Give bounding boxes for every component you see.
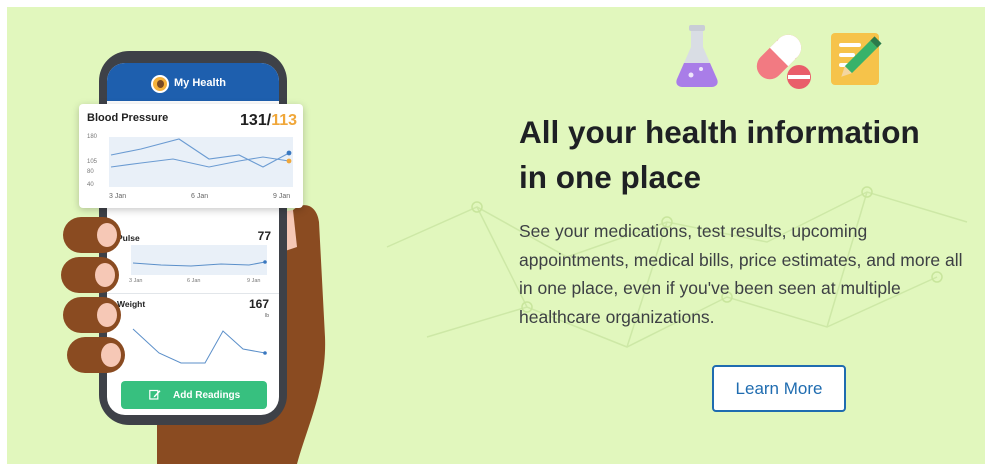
bp-xtick-1: 3 Jan xyxy=(109,193,127,200)
description-text: See your medications, test results, upco… xyxy=(519,221,963,327)
bp-systolic: 131 xyxy=(240,112,267,129)
bp-xtick-2: 6 Jan xyxy=(191,193,209,200)
hero-banner: My Health Pulse 77 3 Jan 6 Jan 9 Jan Wei… xyxy=(7,7,985,464)
add-readings-label: Add Readings xyxy=(173,390,241,401)
app-title: My Health xyxy=(174,77,226,89)
bp-ytick-2: 105 xyxy=(87,159,98,165)
pulse-value: 77 xyxy=(257,229,271,243)
finger-3 xyxy=(63,297,121,333)
bp-diastolic: 113 xyxy=(271,112,297,129)
finger-1 xyxy=(63,217,121,253)
weight-value: 167 xyxy=(248,297,269,311)
card-divider xyxy=(107,293,279,294)
edit-icon xyxy=(149,389,161,400)
note-pencil-icon xyxy=(831,33,882,85)
headline: All your health information in one place xyxy=(519,110,979,200)
add-readings-button[interactable]: Add Readings xyxy=(121,381,267,409)
bp-chart xyxy=(109,137,293,187)
bp-title: Blood Pressure xyxy=(87,112,169,124)
fingernail xyxy=(95,263,115,287)
bp-ytick-3: 80 xyxy=(87,169,94,175)
bp-ytick-1: 180 xyxy=(87,134,98,140)
fingernail xyxy=(101,343,121,367)
pulse-xtick-3: 9 Jan xyxy=(247,278,261,284)
headline-line-1: All your health information xyxy=(519,114,920,150)
pulse-xtick-2: 6 Jan xyxy=(187,278,201,284)
finger-4 xyxy=(67,337,125,373)
bp-xtick-3: 9 Jan xyxy=(273,193,291,200)
pill-icon xyxy=(756,34,811,89)
finger-2 xyxy=(61,257,119,293)
pulse-chart xyxy=(131,245,267,275)
weight-chart xyxy=(131,319,267,369)
fingernail xyxy=(97,303,117,327)
blood-pressure-card: Blood Pressure 131/113 180 105 80 40 3 J… xyxy=(79,104,303,208)
weight-title: Weight xyxy=(117,299,146,309)
avatar xyxy=(151,75,169,93)
health-icons-group xyxy=(676,25,882,89)
fingernail xyxy=(97,223,117,247)
headline-line-2: in one place xyxy=(519,159,702,195)
bp-ytick-4: 40 xyxy=(87,182,94,188)
flask-icon xyxy=(676,25,718,87)
pulse-xtick-1: 3 Jan xyxy=(129,278,143,284)
learn-more-button[interactable]: Learn More xyxy=(712,365,846,412)
app-header: My Health xyxy=(107,63,279,101)
bp-value: 131/113 xyxy=(240,112,297,130)
